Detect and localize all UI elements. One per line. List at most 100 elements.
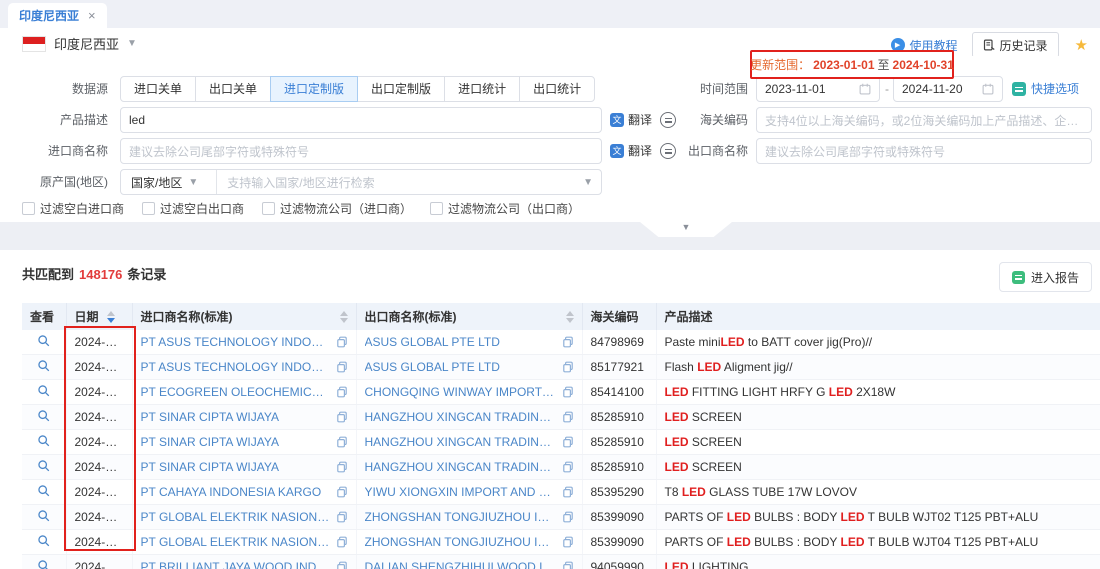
chevron-down-icon[interactable]: ▼ — [583, 177, 601, 188]
copy-icon[interactable] — [336, 561, 348, 569]
copy-icon[interactable] — [562, 461, 574, 473]
view-magnifier-icon[interactable] — [37, 334, 50, 347]
copy-icon[interactable] — [562, 561, 574, 569]
view-magnifier-icon[interactable] — [37, 534, 50, 547]
view-magnifier-icon[interactable] — [37, 384, 50, 397]
view-magnifier-icon[interactable] — [37, 559, 50, 569]
copy-icon[interactable] — [562, 436, 574, 448]
copy-icon[interactable] — [562, 511, 574, 523]
importer-link[interactable]: PT SINAR CIPTA WIJAYA — [141, 460, 330, 474]
quick-options-link[interactable]: 快捷选项 — [1012, 76, 1079, 102]
match-suffix: 条记录 — [127, 267, 166, 282]
datasource-tab-0[interactable]: 进口关单 — [120, 76, 196, 102]
copy-icon[interactable] — [336, 361, 348, 373]
view-cell[interactable] — [22, 530, 66, 555]
importer-link[interactable]: PT SINAR CIPTA WIJAYA — [141, 435, 330, 449]
favorite-star-icon[interactable]: ★ — [1075, 36, 1088, 54]
column-header-2[interactable]: 进口商名称(标准) — [132, 303, 356, 330]
enter-report-button[interactable]: 进入报告 — [999, 262, 1092, 292]
importer-link[interactable]: PT SINAR CIPTA WIJAYA — [141, 410, 330, 424]
checkbox-icon[interactable] — [22, 202, 35, 215]
exporter-input[interactable]: 建议去除公司尾部字符或特殊符号 — [756, 138, 1092, 164]
importer-link[interactable]: PT BRILLIANT JAYA WOOD INDUSTRY — [141, 560, 330, 569]
copy-icon[interactable] — [562, 486, 574, 498]
view-cell[interactable] — [22, 555, 66, 569]
date-start-input[interactable]: 2023-11-01 — [756, 76, 880, 102]
exporter-link[interactable]: ASUS GLOBAL PTE LTD — [365, 335, 556, 349]
column-header-3[interactable]: 出口商名称(标准) — [356, 303, 582, 330]
copy-icon[interactable] — [336, 511, 348, 523]
collapse-toggle[interactable]: ▼ — [640, 222, 732, 237]
exporter-link[interactable]: ZHONGSHAN TONGJIUZHOU INTERNA... — [365, 510, 556, 524]
view-cell[interactable] — [22, 505, 66, 530]
sort-icon[interactable] — [107, 311, 115, 323]
importer-link[interactable]: PT GLOBAL ELEKTRIK NASIONAL — [141, 510, 330, 524]
datasource-tab-4[interactable]: 进口统计 — [444, 76, 520, 102]
view-magnifier-icon[interactable] — [37, 509, 50, 522]
checkbox-icon[interactable] — [430, 202, 443, 215]
tab-indonesia[interactable]: 印度尼西亚 × — [8, 3, 107, 28]
checkbox-icon[interactable] — [262, 202, 275, 215]
exporter-link[interactable]: DALIAN SHENGZHIHUI WOOD INDUST... — [365, 560, 556, 569]
exporter-link[interactable]: ASUS GLOBAL PTE LTD — [365, 360, 556, 374]
datasource-tab-1[interactable]: 出口关单 — [195, 76, 271, 102]
view-cell[interactable] — [22, 405, 66, 430]
exporter-link[interactable]: HANGZHOU XINGCAN TRADING CO LTD — [365, 410, 556, 424]
copy-icon[interactable] — [336, 336, 348, 348]
copy-icon[interactable] — [562, 361, 574, 373]
view-magnifier-icon[interactable] — [37, 484, 50, 497]
product-desc-value: led — [129, 113, 145, 127]
copy-icon[interactable] — [336, 411, 348, 423]
exporter-link[interactable]: HANGZHOU XINGCAN TRADING CO LTD — [365, 460, 556, 474]
exporter-link[interactable]: YIWU XIONGXIN IMPORT AND EXPORT... — [365, 485, 556, 499]
column-header-label: 查看 — [30, 308, 54, 325]
history-button[interactable]: 历史记录 — [972, 32, 1059, 58]
importer-link[interactable]: PT CAHAYA INDONESIA KARGO — [141, 485, 330, 499]
datasource-tab-2[interactable]: 进口定制版 — [270, 76, 358, 102]
view-cell[interactable] — [22, 380, 66, 405]
origin-placeholder[interactable]: 支持输入国家/地区进行检索 — [217, 174, 583, 191]
sort-icon[interactable] — [340, 311, 348, 323]
copy-icon[interactable] — [336, 386, 348, 398]
hs-code-input[interactable]: 支持4位以上海关编码，或2位海关编码加上产品描述、企业名称的任意信息 — [756, 107, 1092, 133]
copy-icon[interactable] — [562, 536, 574, 548]
tab-close-icon[interactable]: × — [88, 8, 96, 23]
view-cell[interactable] — [22, 480, 66, 505]
filter-checkbox-3[interactable]: 过滤物流公司（出口商） — [430, 200, 580, 217]
view-cell[interactable] — [22, 430, 66, 455]
view-cell[interactable] — [22, 455, 66, 480]
view-cell[interactable] — [22, 355, 66, 380]
importer-input[interactable]: 建议去除公司尾部字符或特殊符号 — [120, 138, 602, 164]
view-magnifier-icon[interactable] — [37, 359, 50, 372]
view-magnifier-icon[interactable] — [37, 409, 50, 422]
copy-icon[interactable] — [336, 461, 348, 473]
datasource-tab-5[interactable]: 出口统计 — [519, 76, 595, 102]
copy-icon[interactable] — [336, 536, 348, 548]
filter-checkbox-1[interactable]: 过滤空白出口商 — [142, 200, 244, 217]
importer-link[interactable]: PT ASUS TECHNOLOGY INDONESIA BA... — [141, 335, 330, 349]
sort-icon[interactable] — [566, 311, 574, 323]
date-end-input[interactable]: 2024-11-20 — [893, 76, 1003, 102]
copy-icon[interactable] — [336, 486, 348, 498]
country-selector[interactable]: 印度尼西亚 ▼ — [22, 34, 137, 53]
copy-icon[interactable] — [562, 386, 574, 398]
exporter-link[interactable]: ZHONGSHAN TONGJIUZHOU INTERNA... — [365, 535, 556, 549]
importer-link[interactable]: PT ASUS TECHNOLOGY INDONESIA BA... — [141, 360, 330, 374]
checkbox-icon[interactable] — [142, 202, 155, 215]
importer-link[interactable]: PT GLOBAL ELEKTRIK NASIONAL — [141, 535, 330, 549]
copy-icon[interactable] — [562, 336, 574, 348]
copy-icon[interactable] — [562, 411, 574, 423]
exporter-link[interactable]: CHONGQING WINWAY IMPORT AND E... — [365, 385, 556, 399]
product-desc-input[interactable]: led — [120, 107, 602, 133]
origin-type-select[interactable]: 国家/地区 ▼ — [121, 170, 217, 194]
column-header-1[interactable]: 日期 — [66, 303, 132, 330]
view-magnifier-icon[interactable] — [37, 459, 50, 472]
filter-checkbox-0[interactable]: 过滤空白进口商 — [22, 200, 124, 217]
datasource-tab-3[interactable]: 出口定制版 — [357, 76, 445, 102]
copy-icon[interactable] — [336, 436, 348, 448]
importer-link[interactable]: PT ECOGREEN OLEOCHEMICALS — [141, 385, 330, 399]
view-cell[interactable] — [22, 330, 66, 355]
filter-checkbox-2[interactable]: 过滤物流公司（进口商） — [262, 200, 412, 217]
exporter-link[interactable]: HANGZHOU XINGCAN TRADING CO LTD — [365, 435, 556, 449]
view-magnifier-icon[interactable] — [37, 434, 50, 447]
